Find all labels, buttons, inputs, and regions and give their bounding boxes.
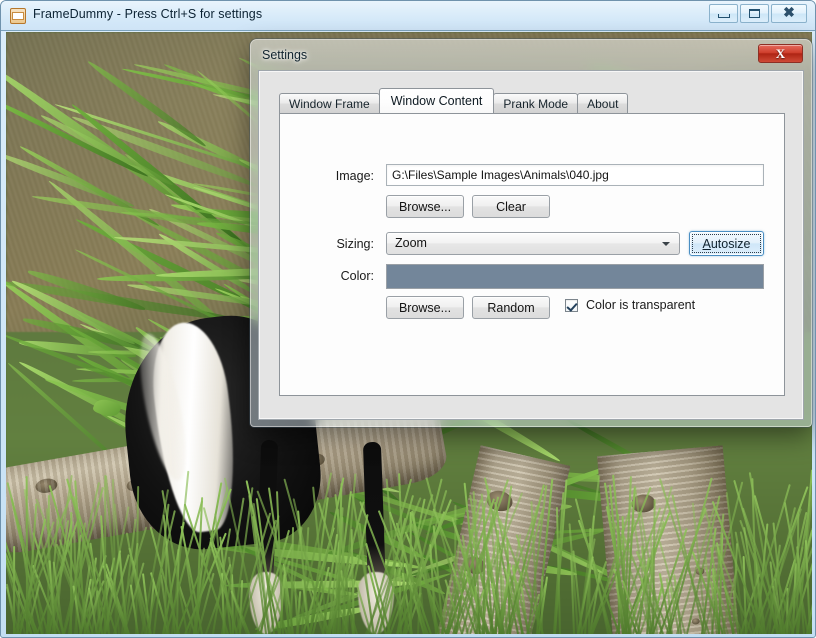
settings-dialog-client: Window Frame Window Content Prank Mode A… [258,70,804,420]
color-label: Color: [340,269,374,283]
color-swatch[interactable] [386,264,764,289]
grass-blade [703,481,744,634]
color-random-button[interactable]: Random [472,296,550,319]
app-window-frame-icon [10,8,26,24]
settings-dialog: Settings X Window Frame Window Content P… [250,39,812,427]
main-window-titlebar: FrameDummy - Press Ctrl+S for settings ✖ [1,1,815,31]
sizing-select[interactable]: Zoom [386,232,680,255]
main-window: FrameDummy - Press Ctrl+S for settings ✖… [0,0,816,638]
checkbox-checked-icon[interactable] [565,298,578,312]
tab-panel-window-content: Image: G:\Files\Sample Images\Animals\04… [279,113,785,396]
grass-field [6,464,812,634]
tab-window-content[interactable]: Window Content [378,88,495,113]
image-label: Image: [335,169,374,183]
settings-close-button[interactable]: X [758,44,803,63]
settings-dialog-title: Settings [262,48,308,62]
color-browse-button[interactable]: Browse... [386,296,464,319]
image-clear-button[interactable]: Clear [472,195,550,218]
autosize-button[interactable]: Autosize [689,231,764,256]
settings-tabstrip: Window Frame Window Content Prank Mode A… [279,88,629,113]
main-window-title: FrameDummy - Press Ctrl+S for settings [33,7,263,21]
sizing-label: Sizing: [336,237,374,251]
color-is-transparent-label: Color is transparent [586,298,696,312]
tab-prank-mode[interactable]: Prank Mode [493,93,579,113]
minimize-button[interactable] [709,4,738,23]
sizing-selected-value: Zoom [395,236,427,250]
close-icon: X [775,45,786,61]
color-is-transparent-checkbox[interactable]: Color is transparent [565,298,695,312]
maximize-icon [741,5,768,22]
minimize-icon [710,5,737,22]
chevron-down-icon [662,242,670,246]
close-icon: ✖ [783,6,795,21]
tab-about[interactable]: About [577,93,629,113]
autosize-rest: utosize [710,236,751,251]
image-path-input[interactable]: G:\Files\Sample Images\Animals\040.jpg [386,164,764,186]
image-browse-button[interactable]: Browse... [386,195,464,218]
tab-window-frame[interactable]: Window Frame [279,93,380,113]
maximize-restore-button[interactable] [740,4,769,23]
autosize-accelerator: A [702,236,711,251]
close-button[interactable]: ✖ [771,4,807,23]
autosize-button-label: Autosize [703,237,751,251]
